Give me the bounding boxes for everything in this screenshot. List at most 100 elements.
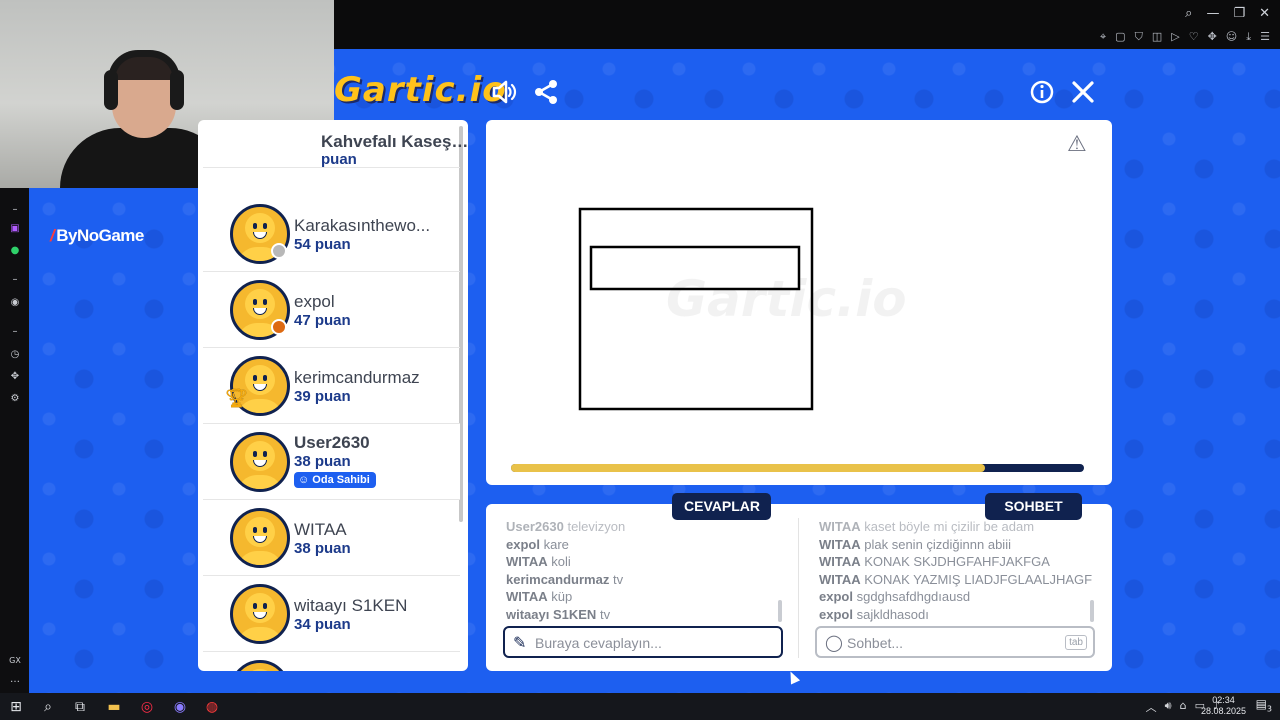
user-icon[interactable]: ☺ xyxy=(1226,30,1237,44)
settings-icon[interactable]: ⚙ xyxy=(9,393,21,405)
task-view-icon[interactable]: ⧉ xyxy=(70,697,90,717)
close-icon[interactable]: ✕ xyxy=(1259,6,1270,21)
obs-icon[interactable]: ◍ xyxy=(202,697,222,717)
gx-icon[interactable]: GX xyxy=(9,655,21,667)
player-avatar xyxy=(230,432,290,492)
time-progress-bar xyxy=(511,464,1084,472)
player-name: expol xyxy=(294,292,335,311)
bynogame-slash-icon: / xyxy=(50,226,55,245)
player-points: 34 puan xyxy=(294,616,351,633)
clock-time: 02:34 xyxy=(1212,695,1235,705)
answer-entry: WITAA küp xyxy=(506,589,573,604)
close-room-icon[interactable] xyxy=(1069,78,1097,106)
player-avatar xyxy=(230,660,290,671)
download-icon[interactable]: ⤓ xyxy=(1246,30,1251,44)
player-row[interactable]: expol 47 puan xyxy=(203,272,460,348)
headphone-right xyxy=(170,70,184,110)
sponsor-text: ByNoGame xyxy=(56,226,144,245)
player-name: User2630 xyxy=(294,433,370,452)
pin-icon[interactable]: ⌖ xyxy=(1100,30,1106,44)
dash-icon: – xyxy=(12,204,18,215)
warning-triangle-icon[interactable]: ⚠ xyxy=(1067,132,1087,157)
status-dot xyxy=(271,319,287,335)
answers-scrollbar[interactable] xyxy=(778,600,782,622)
answer-entry: WITAA koli xyxy=(506,554,571,569)
opera-gx-icon[interactable]: ◎ xyxy=(137,697,157,717)
player-points: 47 puan xyxy=(294,312,351,329)
answer-input-box[interactable]: ✎ xyxy=(503,626,783,658)
taskbar-clock[interactable]: 02:34 28.08.2025 xyxy=(1201,695,1246,717)
chat-entry: expol sgdghsafdhgdıausd xyxy=(819,589,971,604)
owner-badge-label: Oda Sahibi xyxy=(312,474,370,486)
players-panel: Kahvefalı Kaseşeği puan Karakasınthewo..… xyxy=(198,120,468,671)
chat-input[interactable] xyxy=(847,633,1067,653)
discord-icon[interactable]: ◉ xyxy=(170,697,190,717)
search-icon[interactable]: ⌕ xyxy=(1185,6,1192,21)
twitch-icon[interactable]: ▣ xyxy=(9,223,21,235)
player-points: 54 puan xyxy=(294,236,351,253)
player-row[interactable]: WITAA 38 puan xyxy=(203,500,460,576)
chat-input-box[interactable]: ◯ tab xyxy=(815,626,1095,658)
logo-text: Gartic.io xyxy=(334,70,507,110)
share-icon[interactable] xyxy=(532,78,560,106)
windows-taskbar: ⊞ ⌕ ⧉ ▬ ◎ ◉ ◍ ︿ 🔊︎ ⌂ ▭ ♪ 02:34 28.08.202… xyxy=(0,693,1280,720)
panel-divider xyxy=(798,518,799,658)
chat-log: WITAA kaset böyle mi çizilir be adam WIT… xyxy=(819,518,1099,623)
window-controls: ⌕ — ❐ ✕ xyxy=(1185,6,1270,21)
answer-input[interactable] xyxy=(535,633,755,653)
menu-icon[interactable]: ☰ xyxy=(1260,30,1270,44)
tray-chevron-icon[interactable]: ︿ xyxy=(1146,699,1157,715)
answers-log: User2630 televizyon expol kare WITAA kol… xyxy=(506,518,786,623)
player-row[interactable]: Karakasınthewo... 54 puan xyxy=(203,196,460,272)
bynogame-logo[interactable]: / ByNoGame xyxy=(50,226,144,246)
box-icon[interactable]: ◫ xyxy=(1152,30,1162,44)
file-explorer-icon[interactable]: ▬ xyxy=(104,697,124,717)
chat-bubble-icon: ◯ xyxy=(825,633,843,652)
answer-entry: witaayı S1KEN tv xyxy=(506,606,611,622)
drawing-canvas[interactable]: Gartic.io ⚠ xyxy=(486,120,1112,485)
windows-start-icon[interactable]: ⊞ xyxy=(6,697,26,717)
network-icon[interactable]: ⌂ xyxy=(1180,699,1187,715)
player-row[interactable]: 🏆︎ kerimcandurmaz 39 puan xyxy=(203,348,460,424)
player-name: Kahvefalı Kaseşeği xyxy=(321,132,468,151)
info-icon[interactable] xyxy=(1028,78,1056,106)
answers-chat-panel: User2630 televizyon expol kare WITAA kol… xyxy=(486,504,1112,671)
player-avatar xyxy=(230,584,290,644)
player-row[interactable]: witaayı S1KEN 34 puan xyxy=(203,576,460,652)
browser-sidebar: – ▣ ● – ◉ – ◷ ✥ ⚙ GX … xyxy=(0,188,29,693)
notifications-icon[interactable]: ▤3 xyxy=(1256,697,1272,713)
dash-icon: – xyxy=(12,326,18,337)
headphone-left xyxy=(104,70,118,110)
dash-icon: – xyxy=(12,274,18,285)
tab-chat[interactable]: SOHBET xyxy=(985,493,1082,520)
more-icon[interactable]: … xyxy=(9,674,21,686)
player-icon[interactable]: ◉ xyxy=(9,297,21,309)
trophy-icon: 🏆︎ xyxy=(225,388,248,409)
player-row[interactable]: Kahvefalı Kaseşeği puan xyxy=(203,120,468,168)
shield-icon[interactable]: ⛉ xyxy=(1135,30,1143,44)
player-points: 38 puan xyxy=(294,453,351,470)
answer-entry: User2630 televizyon xyxy=(506,519,626,534)
time-progress-fill xyxy=(511,464,986,472)
whatsapp-icon[interactable]: ● xyxy=(9,245,21,257)
chat-scrollbar[interactable] xyxy=(1090,600,1094,622)
heart-icon[interactable]: ♡ xyxy=(1189,30,1199,44)
gartic-logo[interactable]: Gartic.io xyxy=(334,70,507,110)
taskbar-search-icon[interactable]: ⌕ xyxy=(38,697,58,717)
minimize-icon[interactable]: — xyxy=(1206,6,1219,21)
puzzle-icon[interactable]: ✥ xyxy=(1208,30,1217,44)
volume-icon[interactable]: 🔊︎ xyxy=(1165,699,1172,715)
player-row[interactable] xyxy=(203,652,460,671)
tab-answers[interactable]: CEVAPLAR xyxy=(672,493,771,520)
player-row-self[interactable]: User2630 38 puan ☺ Oda Sahibi xyxy=(203,424,460,500)
sound-icon[interactable] xyxy=(490,78,518,106)
clock-date: 28.08.2025 xyxy=(1200,706,1246,716)
restore-icon[interactable]: ❐ xyxy=(1233,6,1245,21)
chat-entry: WITAA plak senin çizdiğinnn abiii xyxy=(819,536,1011,552)
history-icon[interactable]: ◷ xyxy=(9,349,21,361)
snapshot-icon[interactable]: ▢ xyxy=(1115,30,1125,44)
extensions-icon[interactable]: ✥ xyxy=(9,371,21,383)
player-points: 39 puan xyxy=(294,388,351,405)
play-icon[interactable]: ▷ xyxy=(1171,30,1179,44)
chat-entry: WITAA KONAK YAZMIŞ LIADJFGLAALJHAGF xyxy=(819,571,1093,587)
